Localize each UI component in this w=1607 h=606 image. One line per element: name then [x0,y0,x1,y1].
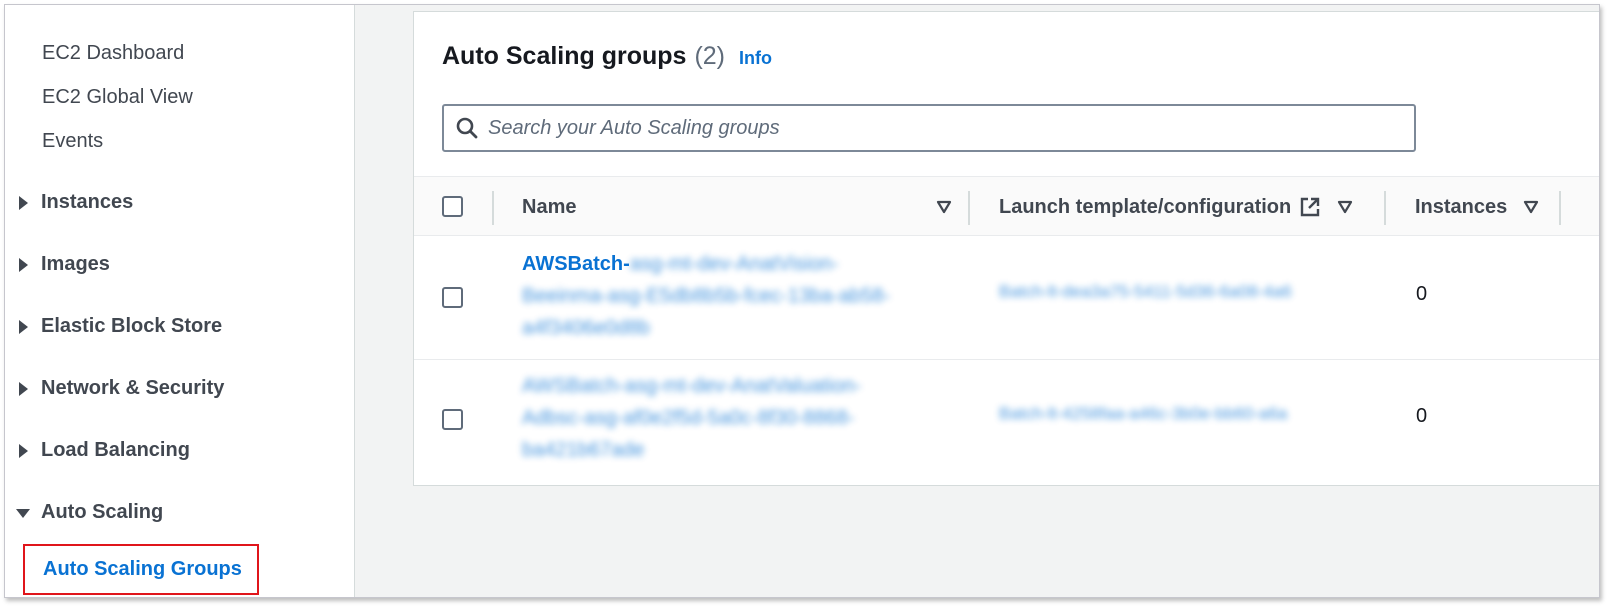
sidebar-section-load-balancing[interactable]: Load Balancing [15,439,190,462]
caret-right-icon [19,319,28,334]
search-box[interactable] [442,104,1416,152]
sidebar-section-label: Auto Scaling [41,501,164,523]
table-header: Name Launch template/configuration Insta… [414,176,1599,237]
select-all-checkbox[interactable] [442,196,463,217]
sidebar-section-instances[interactable]: Instances [15,191,133,214]
column-header-name[interactable]: Name [522,177,952,237]
page-title-text: Auto Scaling groups [442,42,687,70]
instances-count: 0 [1416,405,1428,427]
asg-name-link[interactable]: AWSBatch-asg-mt-dev-AnatValuation- Adbsc… [522,370,942,466]
sidebar-section-auto-scaling[interactable]: Auto Scaling [15,501,163,524]
sidebar-section-label: Elastic Block Store [41,315,223,337]
column-header-launch-template[interactable]: Launch template/configuration [999,177,1353,237]
sidebar-section-elastic-block-store[interactable]: Elastic Block Store [15,315,222,338]
table-row[interactable]: AWSBatch-asg-mt-dev-AnatValuation- Adbsc… [414,358,1599,482]
sidebar-section-network-security[interactable]: Network & Security [15,377,224,400]
sidebar-section-images[interactable]: Images [15,253,110,276]
caret-right-icon [19,381,28,396]
group-count: (2) [694,42,726,70]
launch-template-link[interactable]: Batch-lt-dea3a75-5411-5d36-6a08-4a6 [999,282,1292,302]
app-frame: EC2 Dashboard EC2 Global View Events Ins… [4,4,1600,598]
sidebar-link-ec2-global-view[interactable]: EC2 Global View [42,86,193,109]
sidebar-item-auto-scaling-groups[interactable]: Auto Scaling Groups [23,544,259,595]
sidebar-section-label: Load Balancing [41,439,190,461]
launch-template-link[interactable]: Batch-lt-4258faa-a46c-3b0e-bb60-a6a [999,404,1287,424]
sidebar: EC2 Dashboard EC2 Global View Events Ins… [5,5,355,597]
sort-down-icon[interactable] [936,200,952,214]
sidebar-section-label: Network & Security [41,377,225,399]
column-separator [968,191,970,225]
sort-down-icon[interactable] [1337,200,1353,214]
caret-right-icon [19,257,28,272]
row-checkbox[interactable] [442,409,463,430]
caret-down-icon [16,508,30,518]
info-link[interactable]: Info [739,48,772,69]
auto-scaling-groups-panel: Auto Scaling groups (2) Info Name Launch… [413,11,1599,486]
asg-name-redacted[interactable]: Beeinma-asg-E5db8b5b-fcec-13ba-ab58- [522,285,890,307]
table-row[interactable]: AWSBatch-asg-mt-dev-AnatVision- Beeinma-… [414,236,1599,360]
caret-right-icon [19,443,28,458]
search-icon [456,117,478,139]
sidebar-section-label: Instances [41,191,134,213]
column-header-label: Instances [1415,195,1508,218]
column-header-label: Name [522,195,577,218]
column-separator [1384,191,1386,225]
column-header-instances[interactable]: Instances [1415,177,1539,237]
external-link-icon [1301,197,1320,217]
column-separator [1559,191,1561,225]
asg-name-redacted[interactable]: Adbsc-asg-af0e2f5d-5a0c-8f30-8868- [522,407,854,429]
caret-right-icon [19,195,28,210]
asg-name-redacted[interactable]: asg-mt-dev-AnatVision- [630,253,839,275]
page-title: Auto Scaling groups (2) Info [442,42,772,71]
search-input[interactable] [488,116,1414,140]
sidebar-link-events[interactable]: Events [42,130,103,153]
sidebar-link-ec2-dashboard[interactable]: EC2 Dashboard [42,42,184,65]
asg-name-redacted[interactable]: AWSBatch-asg-mt-dev-AnatValuation- [522,375,861,397]
column-header-label: Launch template/configuration [999,195,1292,218]
row-checkbox[interactable] [442,287,463,308]
asg-name-link[interactable]: AWSBatch-asg-mt-dev-AnatVision- Beeinma-… [522,248,942,344]
asg-name-prefix[interactable]: AWSBatch- [522,253,630,275]
instances-count: 0 [1416,283,1428,305]
asg-name-redacted[interactable]: a4f3406e0d8b [522,317,650,339]
asg-name-redacted[interactable]: ba421b67ade [522,439,644,461]
sidebar-section-label: Images [41,253,110,275]
column-separator [492,191,494,225]
sort-down-icon[interactable] [1523,200,1539,214]
